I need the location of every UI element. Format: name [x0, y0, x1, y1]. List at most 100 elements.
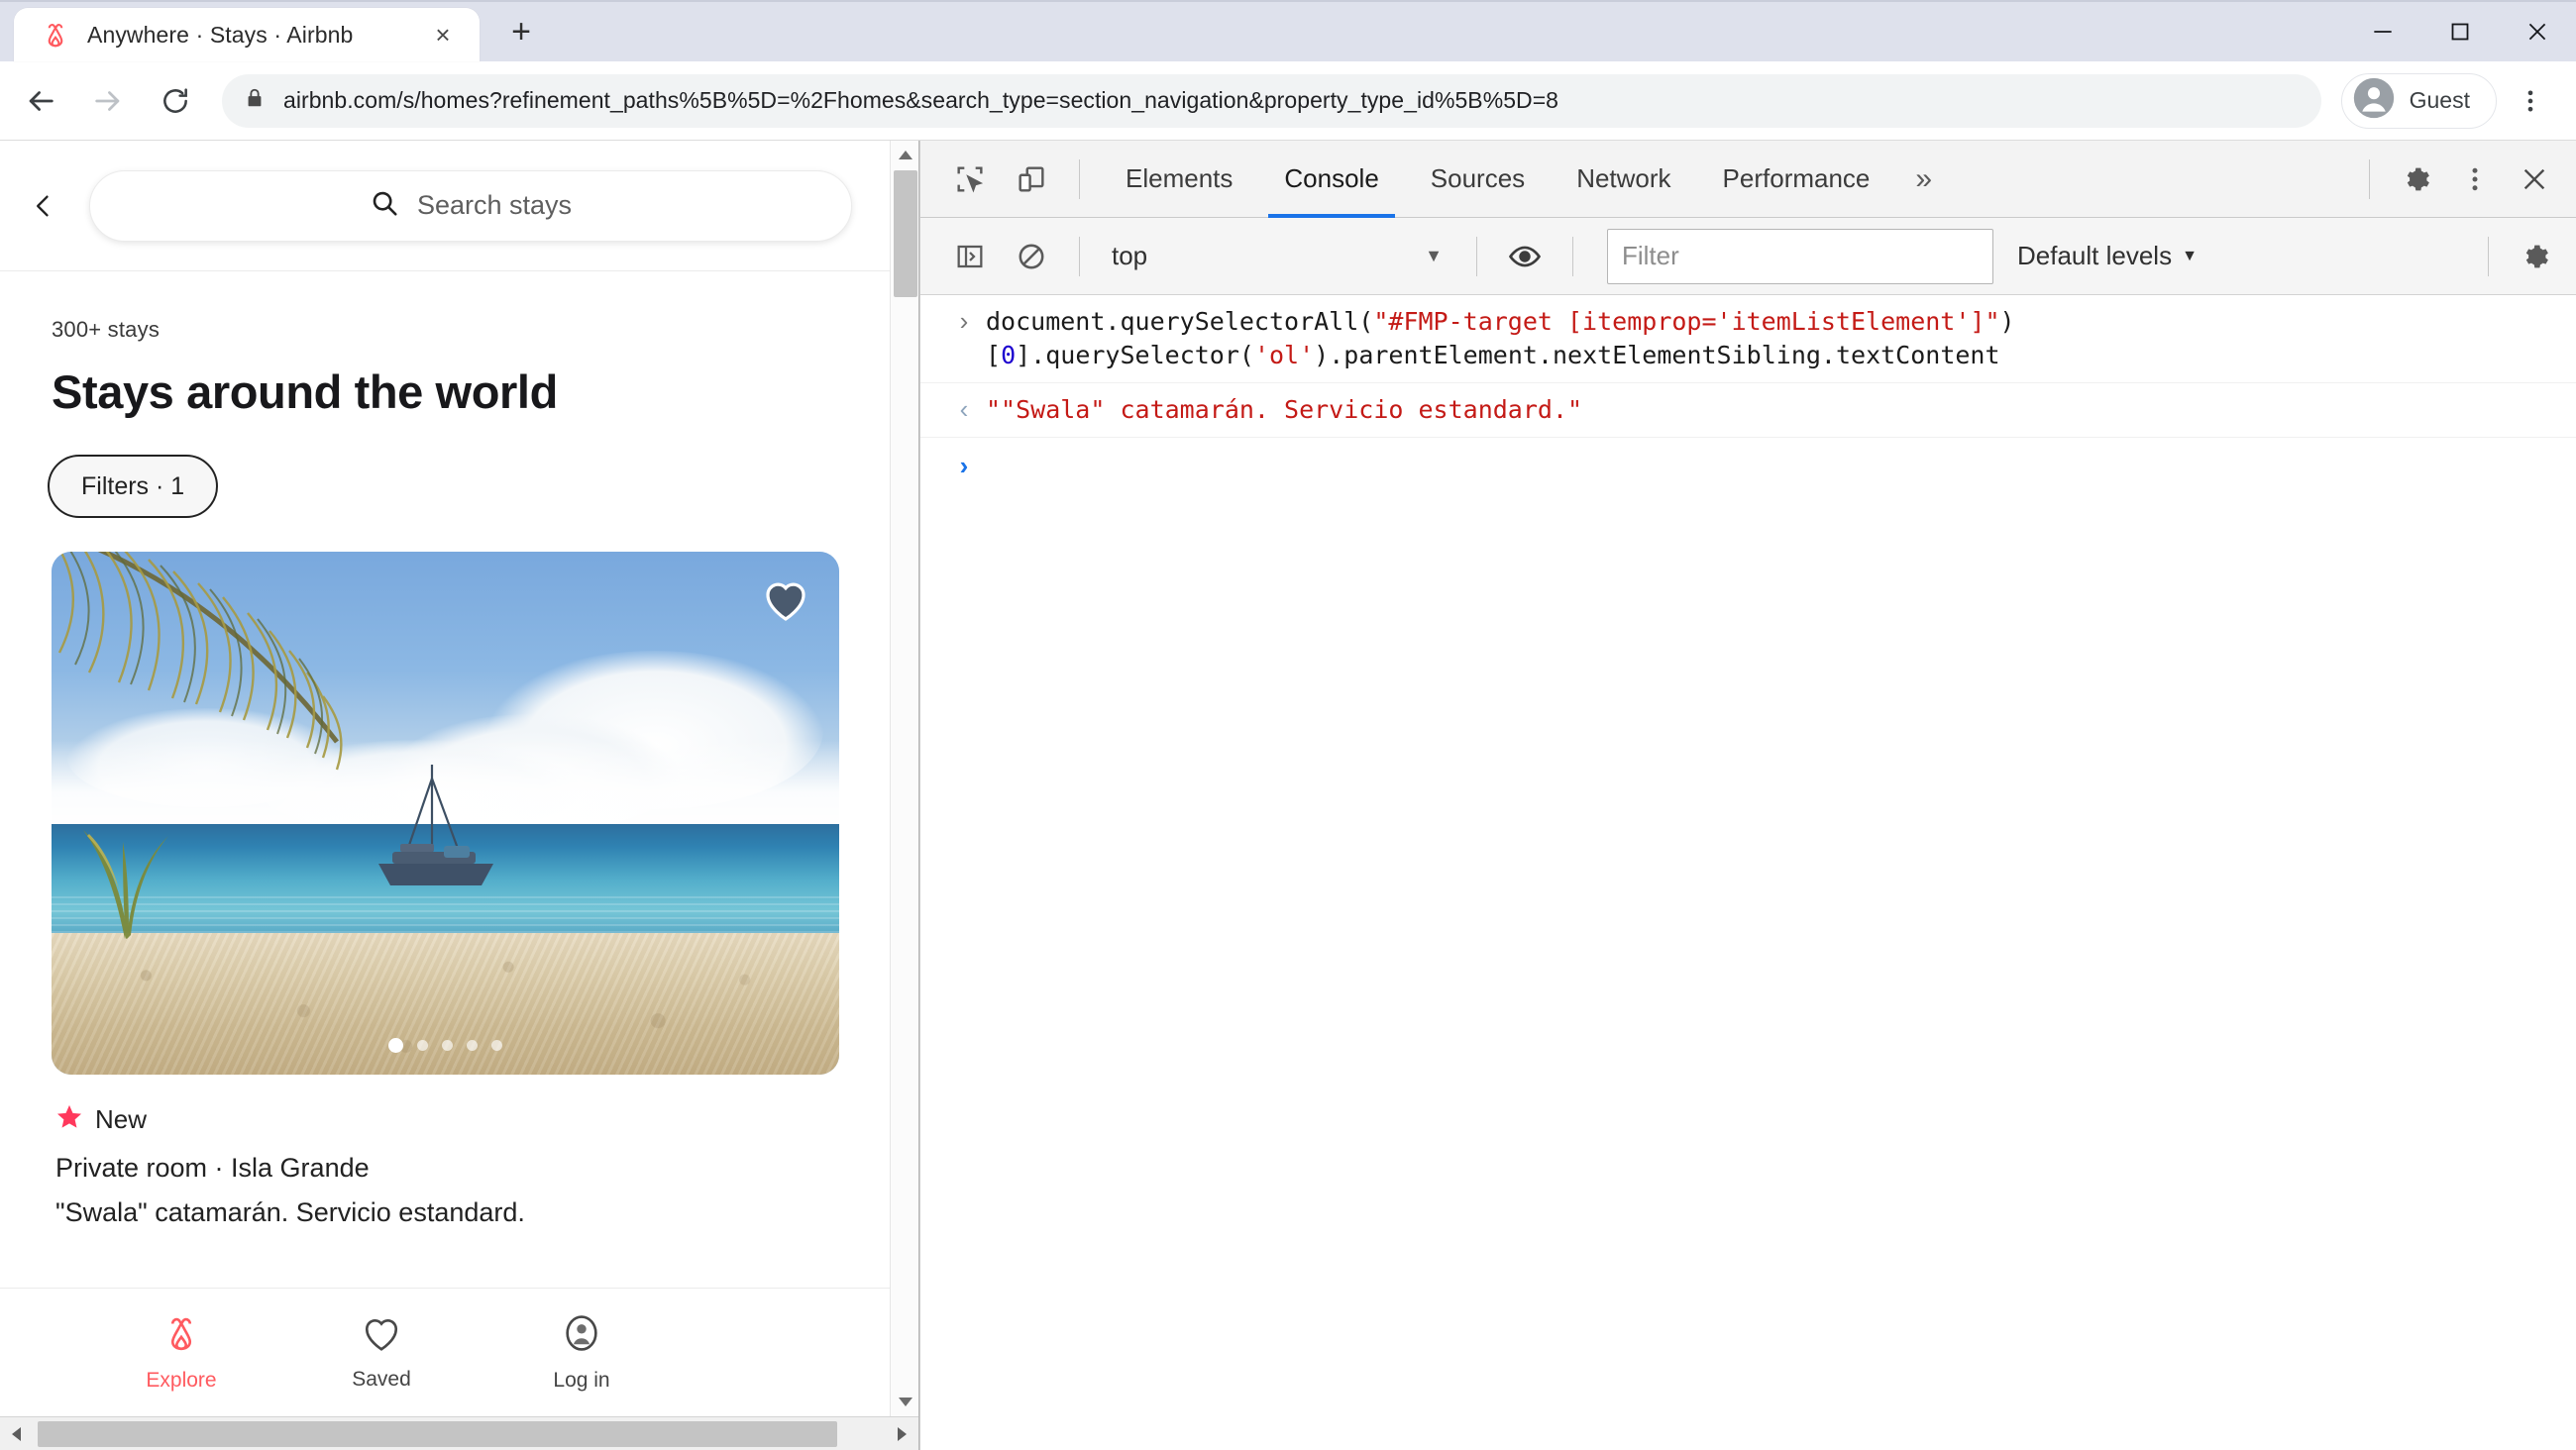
rating-badge: New: [95, 1104, 148, 1134]
listing-rating: New: [52, 1075, 890, 1137]
listing-type: Private room · Isla Grande: [55, 1153, 370, 1183]
bottom-nav-label: Explore: [146, 1369, 217, 1392]
catamaran-icon: [378, 765, 494, 886]
search-icon: [370, 188, 399, 223]
avatar: [2352, 76, 2396, 125]
airbnb-page: Search stays 300+ stays Stays around the…: [0, 141, 890, 1416]
content-area: Search stays 300+ stays Stays around the…: [0, 141, 2576, 1450]
page-scroll-content: 300+ stays Stays around the world Filter…: [0, 271, 890, 1288]
tab-sources[interactable]: Sources: [1405, 141, 1551, 218]
filter-placeholder: Filter: [1622, 241, 1679, 270]
address-bar[interactable]: airbnb.com/s/homes?refinement_paths%5B%5…: [222, 73, 2321, 128]
scrollbar-track[interactable]: [34, 1417, 885, 1450]
bottom-nav-item-login[interactable]: Log in: [527, 1312, 636, 1393]
bottom-nav-item-saved[interactable]: Saved: [327, 1313, 436, 1392]
toolbar-separator: [2369, 158, 2370, 199]
url-text: airbnb.com/s/homes?refinement_paths%5B%5…: [283, 87, 1559, 113]
browser-tab[interactable]: Anywhere · Stays · Airbnb ×: [14, 8, 480, 61]
console-token: 0: [1001, 341, 1017, 369]
console-filter-input[interactable]: Filter: [1607, 228, 1993, 284]
scrollbar-thumb[interactable]: [38, 1420, 838, 1447]
toolbar-separator: [1476, 236, 1477, 276]
console-context-value: top: [1112, 241, 1148, 270]
scroll-left-arrow-icon[interactable]: [0, 1417, 34, 1450]
browser-menu-button[interactable]: [2503, 73, 2558, 129]
heart-icon: [766, 582, 805, 621]
gear-icon[interactable]: [2388, 152, 2443, 207]
log-levels-selector[interactable]: Default levels ▼: [1999, 241, 2215, 271]
console-token: document.querySelectorAll(: [986, 307, 1374, 336]
listing-card[interactable]: New Private room · Isla Grande "Swala" c…: [0, 518, 890, 1228]
carousel-dot[interactable]: [388, 1038, 403, 1053]
device-toolbar-icon[interactable]: [1004, 152, 1059, 207]
tab-console[interactable]: Console: [1258, 141, 1404, 218]
window-controls: [2344, 2, 2576, 61]
scrollbar-thumb[interactable]: [894, 170, 917, 297]
page-horizontal-scrollbar[interactable]: [0, 1416, 918, 1450]
toolbar-separator: [1572, 236, 1573, 276]
console-context-selector[interactable]: top ▼: [1100, 233, 1456, 280]
close-tab-icon[interactable]: ×: [424, 16, 462, 53]
carousel-dot[interactable]: [442, 1040, 453, 1051]
tab-title: Anywhere · Stays · Airbnb: [87, 21, 354, 48]
bottom-nav-item-explore[interactable]: Explore: [127, 1312, 236, 1393]
maximize-button[interactable]: [2421, 2, 2499, 61]
clear-console-icon[interactable]: [1004, 229, 1059, 284]
minimize-button[interactable]: [2344, 2, 2421, 61]
scroll-down-arrow-icon[interactable]: [891, 1387, 919, 1416]
output-marker: ‹: [959, 394, 969, 424]
carousel-dot[interactable]: [467, 1040, 478, 1051]
device-viewport: Search stays 300+ stays Stays around the…: [0, 141, 918, 1416]
console-token: 'ol': [1253, 341, 1315, 369]
bottom-nav: Explore Saved Log in: [0, 1288, 890, 1416]
tab-strip: Anywhere · Stays · Airbnb × +: [0, 0, 2576, 61]
new-tab-button[interactable]: +: [493, 4, 549, 59]
prompt-marker: ›: [959, 451, 969, 480]
console-command-text: document.querySelectorAll("#FMP-target […: [986, 305, 2560, 372]
search-input[interactable]: Search stays: [89, 169, 852, 242]
photo-carousel-dots[interactable]: [52, 1038, 839, 1053]
console-toolbar-actions: [2474, 229, 2562, 284]
console-output[interactable]: › document.querySelectorAll("#FMP-target…: [920, 295, 2576, 1450]
console-toolbar: top ▼ Filter Default levels ▼: [920, 218, 2576, 295]
toolbar-separator: [2488, 236, 2489, 276]
profile-button[interactable]: Guest: [2340, 72, 2497, 129]
back-chevron-icon[interactable]: [22, 184, 65, 228]
live-expression-icon[interactable]: [1497, 229, 1553, 284]
gear-icon[interactable]: [2507, 229, 2562, 284]
app-header: Search stays: [0, 141, 890, 271]
close-window-button[interactable]: [2499, 2, 2576, 61]
stays-count: 300+ stays: [52, 317, 161, 342]
bottom-nav-label: Saved: [352, 1368, 411, 1391]
devtools-tabbar-actions: [2355, 152, 2562, 207]
more-tabs-button[interactable]: »: [1895, 162, 1952, 196]
profile-name: Guest: [2409, 87, 2470, 113]
page-vertical-scrollbar[interactable]: [890, 141, 918, 1416]
photo-sand-texture: [52, 933, 839, 1075]
scroll-up-arrow-icon[interactable]: [891, 141, 919, 170]
tab-network[interactable]: Network: [1551, 141, 1696, 218]
console-prompt[interactable]: ›: [920, 438, 2576, 495]
search-placeholder: Search stays: [416, 190, 573, 220]
close-icon[interactable]: [2507, 152, 2562, 207]
device-emulation-pane: Search stays 300+ stays Stays around the…: [0, 141, 919, 1450]
listing-photo[interactable]: [52, 552, 839, 1075]
page-title: Stays around the world: [52, 365, 558, 418]
devtools-tabbar: Elements Console Sources Network Perform…: [920, 141, 2576, 218]
kebab-icon[interactable]: [2447, 152, 2503, 207]
tab-performance[interactable]: Performance: [1697, 141, 1896, 218]
reload-button[interactable]: [145, 70, 206, 132]
forward-button[interactable]: [77, 70, 139, 132]
carousel-dot[interactable]: [417, 1040, 428, 1051]
scroll-right-arrow-icon[interactable]: [885, 1417, 918, 1450]
carousel-dot[interactable]: [491, 1040, 502, 1051]
tab-elements[interactable]: Elements: [1100, 141, 1258, 218]
input-marker: ›: [959, 306, 969, 336]
back-button[interactable]: [10, 70, 71, 132]
console-result-text: ""Swala" catamarán. Servicio estandard.": [986, 395, 1583, 424]
inspect-element-icon[interactable]: [942, 152, 998, 207]
filters-button[interactable]: Filters · 1: [48, 455, 219, 518]
save-listing-button[interactable]: [758, 571, 813, 627]
user-circle-icon: [561, 1312, 602, 1359]
console-sidebar-icon[interactable]: [942, 229, 998, 284]
